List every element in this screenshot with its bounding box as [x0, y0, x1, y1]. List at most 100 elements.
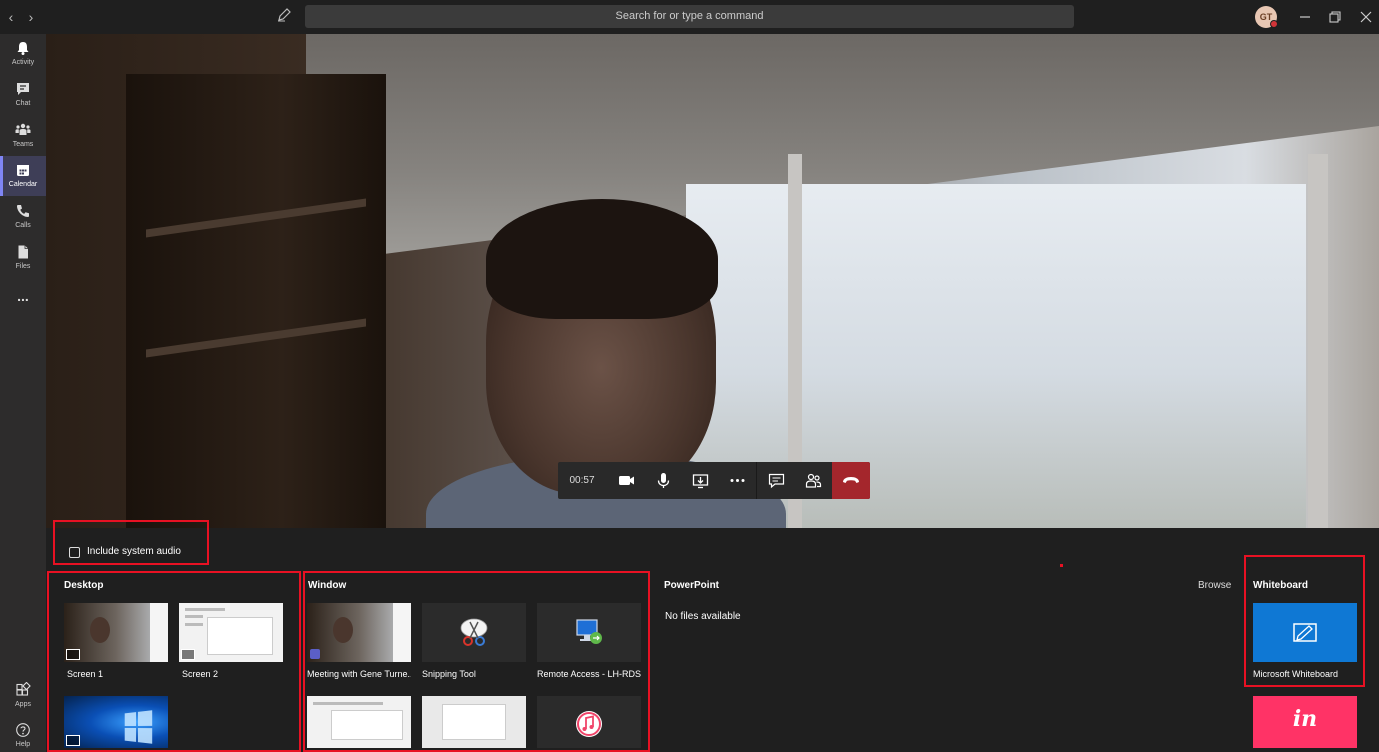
- compose-icon[interactable]: [277, 8, 295, 26]
- restore-icon[interactable]: [1326, 8, 1344, 26]
- remote-desktop-icon: [576, 619, 602, 644]
- minimize-icon[interactable]: [1296, 8, 1314, 26]
- window-meeting-label: Meeting with Gene Turne...: [307, 669, 411, 679]
- camera-icon: [619, 476, 634, 485]
- more-actions-button[interactable]: [719, 462, 756, 499]
- rail-label: Files: [15, 263, 31, 270]
- thumbnail-person: [90, 617, 110, 643]
- microphone-icon: [657, 473, 670, 488]
- participants-icon: [805, 473, 822, 488]
- annotation-mark: [1060, 564, 1063, 567]
- chat-icon: [17, 83, 29, 95]
- thumbnail-line: [313, 702, 383, 705]
- rail-item-teams[interactable]: Teams: [0, 116, 46, 156]
- screen-icon: [66, 649, 80, 660]
- forward-icon[interactable]: ›: [22, 8, 40, 26]
- window-snipping-tool-label: Snipping Tool: [422, 669, 476, 679]
- microphone-button[interactable]: [645, 462, 682, 499]
- snipping-tool-icon: [460, 618, 488, 646]
- include-system-audio-label: Include system audio: [87, 546, 181, 557]
- apps-icon: [16, 682, 31, 696]
- video-window-frame: [1308, 154, 1328, 528]
- rail-item-files[interactable]: Files: [0, 238, 46, 278]
- video-bookshelf: [126, 74, 386, 528]
- microsoft-whiteboard-label: Microsoft Whiteboard: [1253, 669, 1339, 679]
- search-input[interactable]: Search for or type a command: [305, 5, 1074, 28]
- invision-logo-icon: in: [1292, 706, 1318, 732]
- browse-button[interactable]: Browse: [1198, 580, 1231, 591]
- rail-label: Chat: [15, 100, 31, 107]
- thumbnail-white-panel: [150, 603, 168, 662]
- thumbnail-document-preview: [422, 696, 526, 748]
- conversation-icon: [768, 473, 785, 489]
- powerpoint-section-title: PowerPoint: [664, 580, 720, 591]
- thumbnail-panel: [207, 617, 273, 655]
- invision-tile[interactable]: in: [1253, 696, 1357, 748]
- thumbnail-document-preview: [307, 696, 411, 748]
- include-system-audio-checkbox[interactable]: [69, 547, 80, 558]
- rail-item-activity[interactable]: Activity: [0, 34, 46, 74]
- rail-item-calendar[interactable]: Calendar: [0, 156, 46, 196]
- rail-label: Activity: [11, 59, 35, 66]
- window-remote-access-label: Remote Access - LH-RDS...: [537, 669, 641, 679]
- screen-3-thumbnail[interactable]: [64, 696, 168, 748]
- no-files-message: No files available: [665, 611, 741, 622]
- controls-divider: [756, 462, 757, 499]
- ellipsis-icon: [730, 479, 745, 482]
- calendar-icon: [17, 165, 29, 176]
- help-icon: [16, 723, 30, 737]
- teams-app-icon: [310, 649, 320, 659]
- thumbnail-line: [185, 623, 203, 626]
- call-timer: 00:57: [569, 475, 595, 486]
- share-screen-button[interactable]: [682, 462, 719, 499]
- teams-icon: [15, 123, 31, 135]
- whiteboard-section-title: Whiteboard: [1253, 580, 1308, 591]
- screen-2-thumbnail[interactable]: [179, 603, 283, 662]
- screen-icon: [66, 735, 80, 746]
- presence-busy-icon: [1270, 20, 1278, 28]
- window-section-title: Window: [308, 580, 347, 591]
- rail-label: Calendar: [8, 181, 38, 188]
- hang-up-button[interactable]: [832, 462, 870, 499]
- close-icon[interactable]: [1357, 8, 1375, 26]
- windows-logo-icon: [124, 710, 153, 744]
- thumbnail-panel: [331, 710, 403, 740]
- thumbnail-panel: [442, 704, 506, 740]
- window-remote-access-thumbnail[interactable]: [537, 603, 641, 662]
- rail-item-chat[interactable]: Chat: [0, 75, 46, 115]
- screen-2-label: Screen 2: [182, 669, 219, 679]
- rail-item-help[interactable]: Help: [0, 716, 46, 752]
- camera-button[interactable]: [608, 462, 645, 499]
- rail-label: Teams: [12, 141, 34, 148]
- window-itunes-thumbnail[interactable]: [537, 696, 641, 748]
- thumbnail-line: [185, 608, 225, 611]
- screen-1-thumbnail[interactable]: [64, 603, 168, 662]
- thumbnail-person: [333, 617, 353, 643]
- more-apps-button[interactable]: ...: [0, 288, 46, 304]
- screen-icon: [181, 649, 195, 660]
- rail-item-calls[interactable]: Calls: [0, 197, 46, 237]
- desktop-section-title: Desktop: [64, 580, 104, 591]
- title-bar: ‹ › Search for or type a command GT: [0, 0, 1379, 34]
- window-browser-thumbnail[interactable]: [307, 696, 411, 748]
- music-app-icon: [576, 711, 602, 737]
- call-controls: 00:57: [558, 462, 870, 499]
- microsoft-whiteboard-tile[interactable]: [1253, 603, 1357, 662]
- whiteboard-icon: [1293, 623, 1317, 642]
- app-rail: Activity Chat Teams Calendar Calls Files…: [0, 34, 46, 752]
- participant-video: [46, 34, 1379, 528]
- share-tray-icon: [692, 474, 709, 489]
- thumbnail-white-panel: [393, 603, 411, 662]
- rail-item-apps[interactable]: Apps: [0, 676, 46, 716]
- window-meeting-thumbnail[interactable]: [307, 603, 411, 662]
- screen-1-label: Screen 1: [67, 669, 104, 679]
- back-icon[interactable]: ‹: [2, 8, 20, 26]
- thumbnail-line: [185, 615, 203, 618]
- video-person-hair: [486, 199, 718, 319]
- window-snipping-tool-thumbnail[interactable]: [422, 603, 526, 662]
- conversation-button[interactable]: [758, 462, 795, 499]
- phone-icon: [17, 205, 29, 217]
- participants-button[interactable]: [795, 462, 832, 499]
- window-document-thumbnail[interactable]: [422, 696, 526, 748]
- file-icon: [18, 245, 28, 259]
